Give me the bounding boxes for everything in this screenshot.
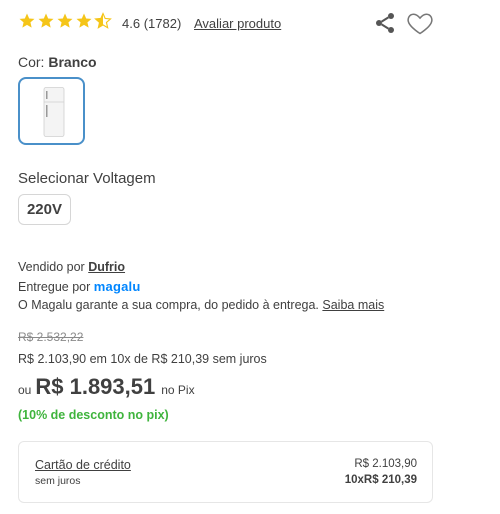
delivery-info: Entregue por magalu [18, 279, 140, 294]
sold-by-prefix: Vendido por [18, 260, 85, 274]
rating-stars [18, 12, 112, 30]
pix-discount: (10% de desconto no pix) [18, 408, 169, 422]
payment-method-title[interactable]: Cartão de crédito [35, 458, 131, 472]
pix-price: R$ 1.893,51 [35, 374, 156, 399]
pix-price-row: ou R$ 1.893,51 no Pix [18, 374, 195, 400]
heart-icon[interactable] [405, 9, 435, 37]
color-selected-value: Branco [48, 54, 97, 70]
voltage-label: Selecionar Voltagem [18, 170, 156, 187]
seller-info: Vendido por Dufrio [18, 260, 125, 274]
delivered-by-prefix: Entregue por [18, 280, 91, 294]
color-label: Cor: Branco [18, 54, 97, 70]
voltage-option-220v[interactable]: 220V [18, 194, 71, 225]
payment-installments: 10xR$ 210,39 [344, 474, 417, 486]
share-icon[interactable] [373, 11, 397, 35]
installment-price: R$ 2.103,90 em 10x de R$ 210,39 sem juro… [18, 352, 267, 366]
color-label-prefix: Cor: [18, 54, 45, 70]
pix-suffix: no Pix [161, 383, 195, 397]
star-full-icon [19, 13, 35, 28]
refrigerator-image [43, 87, 65, 137]
rating-count: (1782) [143, 16, 182, 31]
payment-method-subtitle: sem juros [35, 475, 81, 487]
star-full-icon [57, 13, 73, 28]
payment-total: R$ 2.103,90 [354, 458, 417, 470]
pix-prefix: ou [18, 383, 32, 397]
magalu-logo: magalu [93, 279, 141, 294]
color-option-branco[interactable] [18, 77, 85, 145]
guarantee-text: O Magalu garante a sua compra, do pedido… [18, 298, 319, 312]
star-full-icon [76, 13, 92, 28]
seller-link[interactable]: Dufrio [88, 260, 125, 274]
old-price: R$ 2.532,22 [18, 330, 84, 344]
star-half-icon [94, 12, 112, 29]
guarantee-info: O Magalu garante a sua compra, do pedido… [18, 298, 384, 312]
review-product-link[interactable]: Avaliar produto [194, 16, 281, 31]
learn-more-link[interactable]: Saiba mais [322, 298, 384, 312]
rating-summary: 4.6 (1782) [122, 16, 181, 31]
rating-value: 4.6 [122, 16, 141, 31]
payment-option-credit-card[interactable]: Cartão de crédito sem juros R$ 2.103,90 … [18, 441, 433, 503]
star-full-icon [38, 13, 54, 28]
